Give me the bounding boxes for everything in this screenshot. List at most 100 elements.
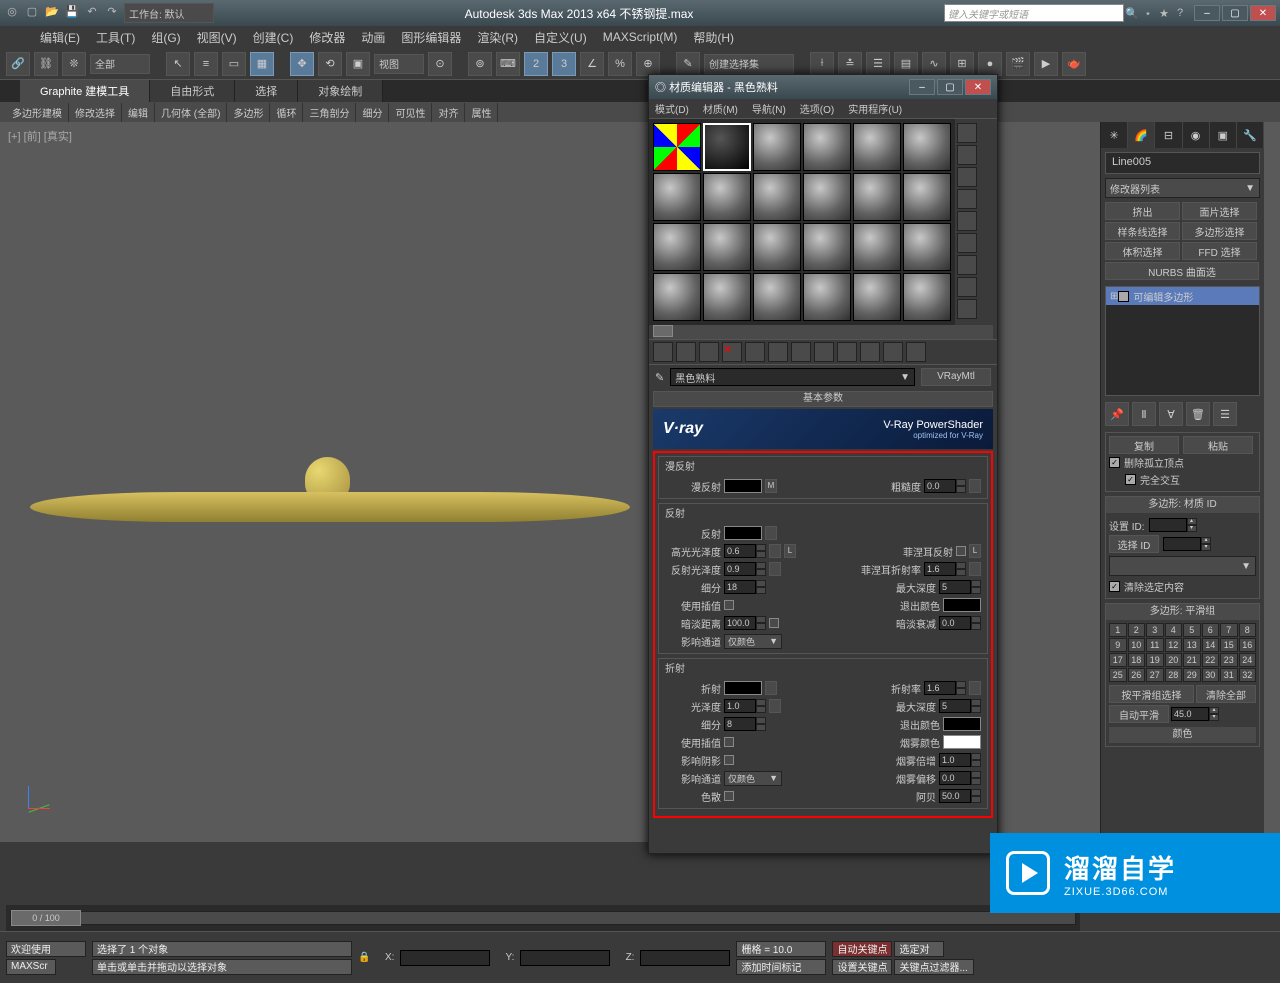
unlink-icon[interactable]: ⛓ (34, 52, 58, 76)
subtab-visibility[interactable]: 可见性 (389, 103, 432, 122)
mat-slot[interactable] (703, 273, 751, 321)
auto-smooth-button[interactable]: 自动平滑 (1109, 705, 1169, 723)
background-icon[interactable] (957, 167, 977, 187)
mat-hscroll[interactable] (653, 325, 993, 339)
subtab-tri[interactable]: 三角剖分 (303, 103, 356, 122)
rotate-icon[interactable]: ⟲ (318, 52, 342, 76)
select-by-mat-icon[interactable] (957, 277, 977, 297)
mat-slot-1[interactable] (653, 123, 701, 171)
menu-modifiers[interactable]: 修改器 (309, 29, 345, 46)
tab-create-icon[interactable]: ✳ (1101, 122, 1128, 148)
tab-utilities-icon[interactable]: 🔧 (1237, 122, 1264, 148)
dim-dist-checkbox[interactable] (769, 618, 779, 628)
menu-views[interactable]: 视图(V) (197, 29, 237, 46)
menu-help[interactable]: 帮助(H) (693, 29, 734, 46)
pin-stack-icon[interactable]: 📌 (1105, 402, 1129, 426)
stack-editable-poly[interactable]: ⊞可编辑多边形 (1106, 287, 1259, 305)
auto-smooth-spinner[interactable]: ▴▾ (1171, 706, 1219, 722)
y-coord-field[interactable] (520, 950, 610, 966)
subtab-geometry[interactable]: 几何体 (全部) (155, 103, 227, 122)
rollout-smooth-header[interactable]: 多边形: 平滑组 (1106, 604, 1259, 620)
lock-icon[interactable]: 🔒 (358, 952, 370, 963)
snap-2d-icon[interactable]: 2 (524, 52, 548, 76)
affect-shadow-checkbox[interactable] (724, 755, 734, 765)
video-color-icon[interactable] (957, 211, 977, 231)
modifier-stack[interactable]: ⊞可编辑多边形 (1105, 286, 1260, 396)
mat-slot[interactable] (803, 123, 851, 171)
show-result-icon[interactable]: Ⅱ (1132, 402, 1156, 426)
object-name-field[interactable]: Line005 (1105, 152, 1260, 174)
refr-subdiv-spinner[interactable] (724, 717, 766, 731)
viewport-label[interactable]: [+] [前] [真实] (8, 128, 72, 144)
menu-grapheditors[interactable]: 图形编辑器 (401, 29, 461, 46)
refl-gloss-spinner[interactable] (724, 562, 766, 576)
unique-icon[interactable]: ∀ (1159, 402, 1183, 426)
mat-slot[interactable] (653, 273, 701, 321)
set-id-spinner[interactable]: ▴▾ (1149, 517, 1197, 533)
refl-gloss-map-button[interactable] (769, 562, 781, 576)
dim-dist-spinner[interactable] (724, 616, 766, 630)
fog-color-swatch[interactable] (943, 735, 981, 749)
layers-icon[interactable]: ☰ (866, 52, 890, 76)
hl-gloss-spinner[interactable] (724, 544, 766, 558)
mat-slot[interactable] (903, 273, 951, 321)
refl-subdiv-spinner[interactable] (724, 580, 766, 594)
menu-tools[interactable]: 工具(T) (96, 29, 135, 46)
menu-rendering[interactable]: 渲染(R) (477, 29, 518, 46)
mat-slot[interactable] (903, 123, 951, 171)
mod-btn-splinesel[interactable]: 样条线选择 (1105, 222, 1180, 240)
mod-btn-volsel[interactable]: 体积选择 (1105, 242, 1180, 260)
modifier-list-dropdown[interactable]: 修改器列表▼ (1105, 178, 1260, 198)
mat-slot[interactable] (753, 223, 801, 271)
move-icon[interactable]: ✥ (290, 52, 314, 76)
mod-btn-ffdsel[interactable]: FFD 选择 (1182, 242, 1257, 260)
keyboard-icon[interactable]: ⌨ (496, 52, 520, 76)
maxscript-label[interactable]: MAXScr (6, 959, 56, 975)
sample-type-icon[interactable] (957, 123, 977, 143)
mat-slot[interactable] (853, 173, 901, 221)
ior-map-button[interactable] (969, 681, 981, 695)
mod-btn-nurbs[interactable]: NURBS 曲面选 (1105, 262, 1259, 280)
manipulate-icon[interactable]: ⊚ (468, 52, 492, 76)
rollout-color-header[interactable]: 颜色 (1109, 727, 1256, 743)
menu-create[interactable]: 创建(C) (253, 29, 294, 46)
named-sel-icon[interactable]: ✎ (676, 52, 700, 76)
ribbon-tab-objectpaint[interactable]: 对象绘制 (298, 80, 383, 102)
copy-button[interactable]: 复制 (1109, 436, 1179, 454)
key-filter-button[interactable]: 关键点过滤器... (894, 959, 974, 975)
timeline[interactable]: 0 / 100 (6, 905, 1080, 931)
make-copy-icon[interactable] (745, 342, 765, 362)
tab-motion-icon[interactable]: ◉ (1183, 122, 1210, 148)
favorites-icon[interactable]: ★ (1156, 5, 1172, 21)
undo-icon[interactable]: ↶ (84, 3, 100, 19)
tab-modify-icon[interactable]: 🌈 (1128, 122, 1155, 148)
snap-3d-icon[interactable]: 3 (552, 52, 576, 76)
remove-mod-icon[interactable]: 🗑 (1186, 402, 1210, 426)
select-icon[interactable]: ↖ (166, 52, 190, 76)
select-name-icon[interactable]: ≡ (194, 52, 218, 76)
put-scene-icon[interactable] (676, 342, 696, 362)
config-stack-icon[interactable]: ☰ (1213, 402, 1237, 426)
sel-id-spinner[interactable]: ▴▾ (1163, 536, 1211, 552)
tab-display-icon[interactable]: ▣ (1210, 122, 1237, 148)
dropper-icon[interactable]: ✎ (655, 371, 664, 384)
set-key-button[interactable]: 设置关键点 (832, 959, 892, 975)
mat-minimize-button[interactable]: – (909, 79, 935, 95)
dim-fall-spinner[interactable] (939, 616, 981, 630)
make-preview-icon[interactable] (957, 233, 977, 253)
mat-slot[interactable] (803, 223, 851, 271)
redo-icon[interactable]: ↷ (104, 3, 120, 19)
map-nav-icon[interactable] (957, 299, 977, 319)
options-icon[interactable] (957, 255, 977, 275)
go-forward-icon[interactable] (906, 342, 926, 362)
selected-label[interactable]: 选定对 (894, 941, 944, 957)
diffuse-color-swatch[interactable] (724, 479, 762, 493)
material-editor-icon[interactable]: ● (978, 52, 1002, 76)
menu-animation[interactable]: 动画 (361, 29, 385, 46)
select-by-smooth-button[interactable]: 按平滑组选择 (1109, 685, 1194, 703)
subtab-poly[interactable]: 多边形 (227, 103, 270, 122)
reset-icon[interactable]: ✕ (722, 342, 742, 362)
mat-menu-util[interactable]: 实用程序(U) (848, 101, 902, 116)
refl-exit-swatch[interactable] (943, 598, 981, 612)
curve-editor-icon[interactable]: ∿ (922, 52, 946, 76)
